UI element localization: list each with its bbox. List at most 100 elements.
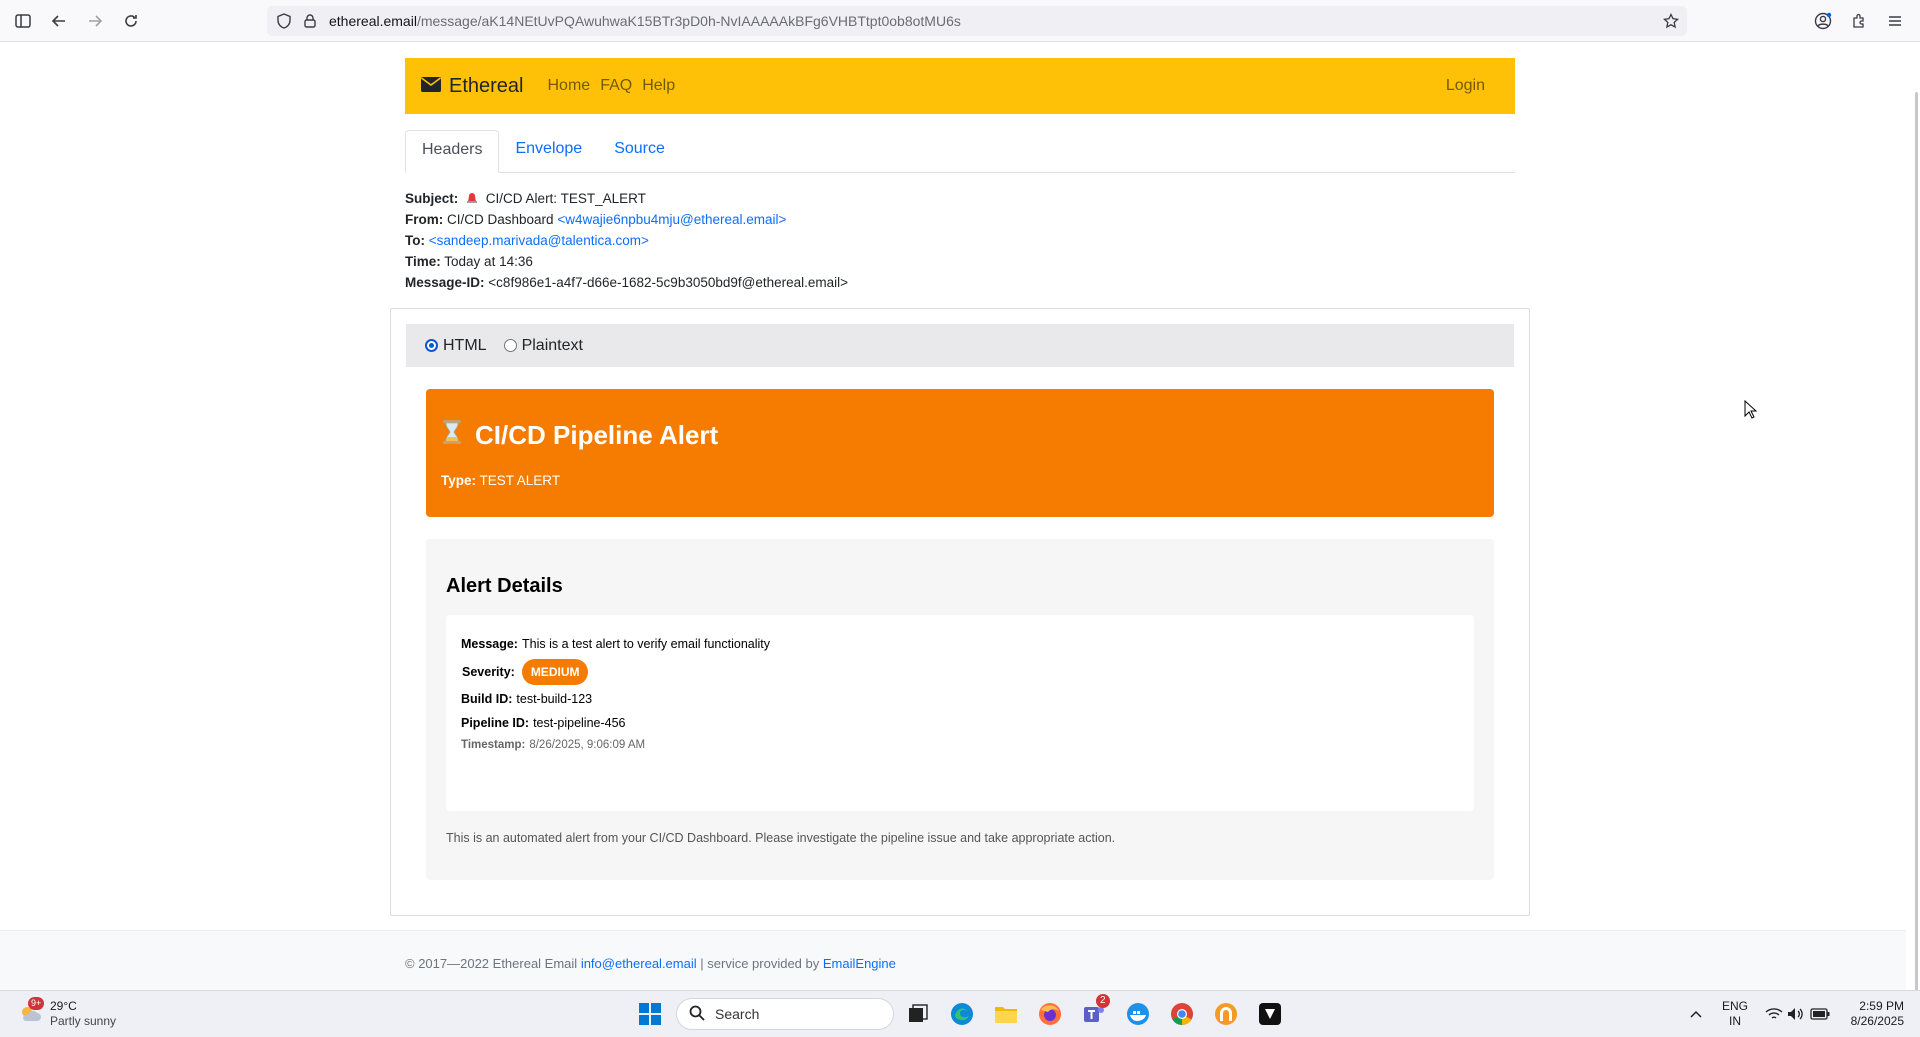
- plaintext-label: Plaintext: [521, 336, 583, 354]
- alert-type: Type: TEST ALERT: [441, 473, 560, 488]
- brand-name: Ethereal: [449, 74, 524, 97]
- address-bar[interactable]: ethereal.email/message/aK14NEtUvPQAwuhwa…: [267, 6, 1687, 36]
- emailengine-link[interactable]: EmailEngine: [823, 956, 896, 971]
- teams-badge: 2: [1096, 994, 1110, 1008]
- envelope-icon: [421, 75, 441, 98]
- windows-start-icon[interactable]: [636, 1000, 664, 1028]
- taskbar-search[interactable]: Search: [676, 998, 894, 1030]
- detail-timestamp-row: Timestamp: 8/26/2025, 9:06:09 AM: [461, 739, 645, 751]
- page-scrollbar[interactable]: [1906, 42, 1920, 1017]
- weather-widget[interactable]: 9+ 29°C Partly sunny: [18, 997, 117, 1029]
- tab-envelope[interactable]: Envelope: [499, 130, 598, 172]
- clock-date: 8/26/2025: [1850, 1014, 1904, 1028]
- from-row: From: CI/CD Dashboard <w4wajie6npbu4mju@…: [405, 209, 1515, 230]
- html-radio[interactable]: [425, 339, 438, 352]
- detail-pipeline-row: Pipeline ID: test-pipeline-456: [461, 716, 626, 730]
- build-id-label: Build ID:: [461, 692, 513, 706]
- alert-banner: CI/CD Pipeline Alert Type: TEST ALERT: [426, 389, 1494, 517]
- plaintext-option[interactable]: Plaintext: [503, 336, 583, 355]
- page-content: Ethereal Home FAQ Help Login Headers Env…: [0, 42, 1920, 990]
- message-body-card: HTML Plaintext CI/CD Pipeline Alert Type…: [390, 308, 1530, 916]
- time-row: Time: Today at 14:36: [405, 251, 1515, 272]
- subject-row: Subject: CI/CD Alert: TEST_ALERT: [405, 188, 1515, 209]
- teams-icon[interactable]: 2: [1080, 994, 1110, 1028]
- clock-time: 2:59 PM: [1859, 999, 1904, 1013]
- weather-condition: Partly sunny: [50, 1014, 117, 1028]
- tracking-shield-icon[interactable]: [273, 10, 295, 32]
- message-headers: Subject: CI/CD Alert: TEST_ALERT From: C…: [405, 188, 1515, 293]
- sidebar-toggle-icon[interactable]: [12, 10, 34, 32]
- tab-source[interactable]: Source: [598, 130, 681, 172]
- time-value: Today at 14:36: [444, 254, 533, 269]
- timestamp-label: Timestamp:: [461, 739, 526, 751]
- page-footer: © 2017—2022 Ethereal Email info@ethereal…: [0, 930, 1906, 990]
- battery-icon[interactable]: [1806, 1000, 1834, 1028]
- severity-badge: MEDIUM: [521, 659, 589, 685]
- html-option[interactable]: HTML: [425, 337, 487, 355]
- detail-message-row: Message: This is a test alert to verify …: [461, 637, 770, 651]
- windows-taskbar: 9+ 29°C Partly sunny Search 2 ENG IN 2:5…: [0, 990, 1920, 1037]
- automated-alert-note: This is an automated alert from your CI/…: [446, 831, 1116, 845]
- scrollbar-thumb[interactable]: [1915, 92, 1918, 1017]
- severity-label: Severity:: [462, 665, 515, 679]
- reload-icon[interactable]: [120, 10, 142, 32]
- siren-icon: [466, 191, 482, 206]
- extensions-icon[interactable]: [1848, 10, 1870, 32]
- from-email-link[interactable]: <w4wajie6npbu4mju@ethereal.email>: [557, 212, 786, 227]
- copyright: © 2017—2022 Ethereal Email: [405, 956, 578, 971]
- show-hidden-icons-chevron-icon[interactable]: [1682, 1000, 1710, 1028]
- firefox-icon[interactable]: [1036, 1000, 1064, 1028]
- bookmark-star-icon[interactable]: [1660, 10, 1682, 32]
- footer-email-link[interactable]: info@ethereal.email: [581, 956, 697, 971]
- search-icon: [689, 1005, 705, 1024]
- from-label: From:: [405, 212, 444, 227]
- language-indicator[interactable]: ENG IN: [1722, 999, 1748, 1029]
- edge-browser-icon[interactable]: [948, 1000, 976, 1028]
- html-label: HTML: [443, 336, 487, 354]
- forward-icon[interactable]: [84, 10, 106, 32]
- search-placeholder: Search: [715, 1006, 760, 1022]
- docker-icon[interactable]: [1124, 1000, 1152, 1028]
- back-icon[interactable]: [48, 10, 70, 32]
- lock-icon[interactable]: [299, 10, 321, 32]
- navbar: Ethereal Home FAQ Help Login: [405, 58, 1515, 114]
- url-path: /message/aK14NEtUvPQAwuhwaK15BTr3pD0h-Nv…: [416, 13, 961, 29]
- menu-icon[interactable]: [1884, 10, 1906, 32]
- browser-toolbar: ethereal.email/message/aK14NEtUvPQAwuhwa…: [0, 0, 1920, 42]
- language-code: ENG: [1722, 999, 1749, 1013]
- alert-title: CI/CD Pipeline Alert: [441, 419, 718, 452]
- tab-headers[interactable]: Headers: [405, 130, 500, 173]
- temperature: 29°C: [50, 999, 77, 1013]
- to-label: To:: [405, 233, 425, 248]
- nav-faq[interactable]: FAQ: [600, 77, 632, 95]
- mouse-cursor-icon: [1744, 399, 1758, 425]
- nav-help[interactable]: Help: [642, 77, 675, 95]
- login-link[interactable]: Login: [1446, 77, 1485, 95]
- chrome-icon[interactable]: [1168, 1000, 1196, 1028]
- nav-home[interactable]: Home: [548, 77, 591, 95]
- message-id-value: <c8f986e1-a4f7-d66e-1682-5c9b3050bd9f@et…: [488, 275, 849, 290]
- weather-icon: 9+: [18, 997, 45, 1026]
- file-explorer-icon[interactable]: [992, 1000, 1020, 1028]
- alert-title-text: CI/CD Pipeline Alert: [475, 420, 719, 450]
- clock[interactable]: 2:59 PM 8/26/2025: [1840, 999, 1904, 1029]
- hourglass-icon: [441, 419, 463, 452]
- cursor-app-icon[interactable]: [1256, 1000, 1284, 1028]
- url-text[interactable]: ethereal.email/message/aK14NEtUvPQAwuhwa…: [329, 13, 961, 29]
- alert-type-label: Type:: [441, 473, 477, 488]
- account-icon[interactable]: [1812, 10, 1834, 32]
- message-label: Message:: [461, 637, 518, 651]
- footer-separator: | service provided by: [700, 956, 820, 971]
- detail-build-row: Build ID: test-build-123: [461, 692, 592, 706]
- timestamp-value: 8/26/2025, 9:06:09 AM: [529, 739, 646, 751]
- postman-icon[interactable]: [1212, 1000, 1240, 1028]
- url-host: ethereal.email: [329, 13, 417, 29]
- message-id-row: Message-ID: <c8f986e1-a4f7-d66e-1682-5c9…: [405, 272, 1515, 293]
- to-email-link[interactable]: <sandeep.marivada@talentica.com>: [429, 233, 649, 248]
- plaintext-radio[interactable]: [503, 339, 517, 352]
- brand[interactable]: Ethereal: [421, 75, 524, 98]
- subject-value: CI/CD Alert: TEST_ALERT: [485, 191, 646, 206]
- task-view-icon[interactable]: [904, 1000, 932, 1028]
- footer-text: © 2017—2022 Ethereal Email info@ethereal…: [405, 956, 896, 971]
- pipeline-id-value: test-pipeline-456: [533, 716, 626, 730]
